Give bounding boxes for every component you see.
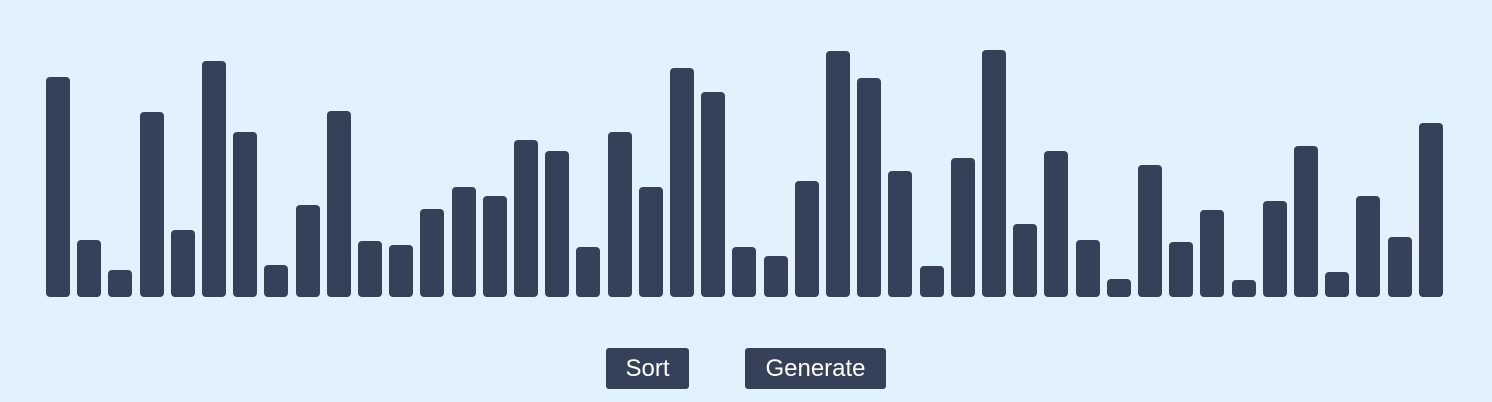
bar-3	[108, 270, 132, 297]
bar-44	[1388, 237, 1412, 297]
bar-6	[202, 61, 226, 297]
bar-20	[639, 187, 663, 297]
bar-39	[1232, 280, 1256, 297]
bar-26	[826, 51, 850, 297]
bar-4	[140, 112, 164, 297]
bar-28	[888, 171, 912, 297]
bar-14	[452, 187, 476, 297]
generate-button[interactable]: Generate	[745, 348, 886, 389]
bar-18	[576, 247, 600, 297]
bar-15	[483, 196, 507, 297]
bar-27	[857, 78, 881, 297]
bar-21	[670, 68, 694, 297]
bar-41	[1294, 146, 1318, 297]
bar-9	[296, 205, 320, 297]
bar-8	[264, 265, 288, 297]
bar-37	[1169, 242, 1193, 297]
bar-10	[327, 111, 351, 297]
sorting-visualizer: Sort Generate	[0, 0, 1492, 402]
bar-1	[46, 77, 70, 297]
bar-17	[545, 151, 569, 297]
bar-array	[0, 0, 1492, 402]
bar-40	[1263, 201, 1287, 297]
bar-11	[358, 241, 382, 297]
bar-34	[1076, 240, 1100, 297]
bar-5	[171, 230, 195, 297]
bar-36	[1138, 165, 1162, 297]
bar-25	[795, 181, 819, 297]
bar-30	[951, 158, 975, 297]
bar-24	[764, 256, 788, 297]
bar-29	[920, 266, 944, 297]
bar-35	[1107, 279, 1131, 297]
bar-7	[233, 132, 257, 297]
sort-button[interactable]: Sort	[606, 348, 689, 389]
bar-31	[982, 50, 1006, 297]
bar-33	[1044, 151, 1068, 297]
bar-2	[77, 240, 101, 297]
bar-43	[1356, 196, 1380, 297]
bar-16	[514, 140, 538, 297]
bar-19	[608, 132, 632, 297]
bar-22	[701, 92, 725, 297]
bar-45	[1419, 123, 1443, 297]
bar-13	[420, 209, 444, 297]
bar-38	[1200, 210, 1224, 297]
bar-12	[389, 245, 413, 297]
bar-42	[1325, 272, 1349, 297]
bar-23	[732, 247, 756, 297]
bar-32	[1013, 224, 1037, 297]
